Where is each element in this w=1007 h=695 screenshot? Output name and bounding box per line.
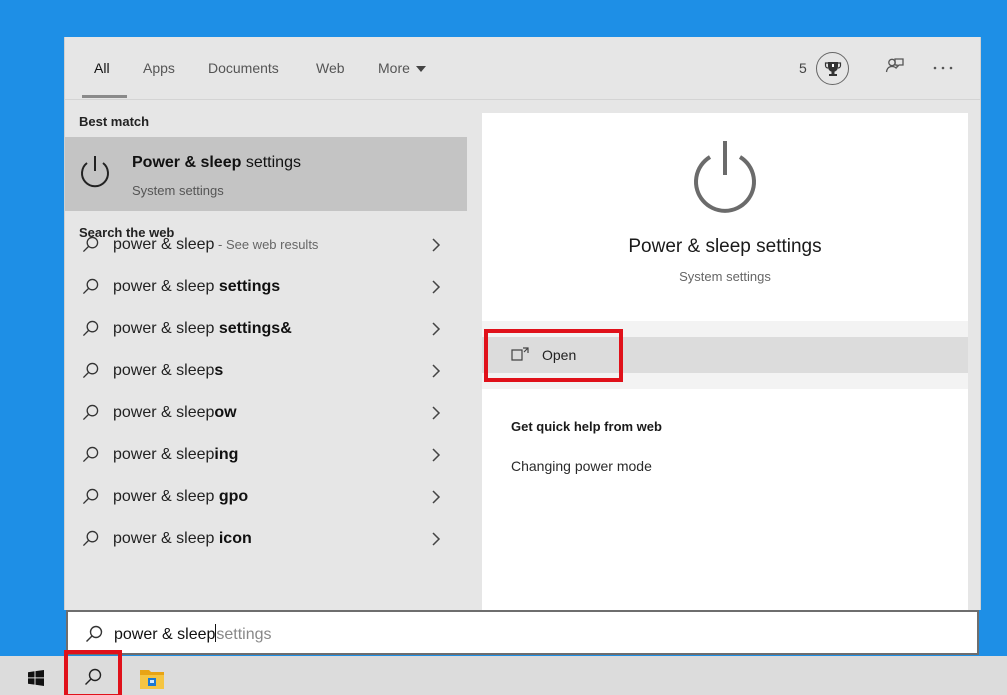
suggestion-bold: ow [214,404,237,421]
chevron-right-icon[interactable] [431,406,441,420]
chevron-right-icon[interactable] [431,490,441,504]
web-suggestion-text: power & sleep settings [113,278,280,296]
web-suggestion-item[interactable]: power & sleeps [65,350,467,392]
search-box[interactable]: power & sleepsettings [66,610,979,655]
suggestion-bold: ing [214,446,239,463]
best-match-title-rest: settings [241,154,301,171]
tab-more-label: More [378,60,410,76]
best-match-title-bold: Power & sleep [132,154,242,171]
preview-header: Power & sleep settings System settings [482,113,968,321]
rewards-trophy-icon [824,61,841,76]
active-tab-indicator [82,95,127,98]
search-icon [82,362,99,379]
web-suggestion-text: power & sleep gpo [113,488,248,506]
search-icon [82,446,99,463]
web-suggestion-text: power & sleep - See web results [113,236,318,254]
best-match-subtitle: System settings [132,183,224,198]
search-panel: All Apps Documents Web More 5 Best match… [64,37,981,610]
search-filter-bar: All Apps Documents Web More 5 [65,37,980,100]
suggestion-bold: icon [218,530,252,547]
search-icon [86,625,103,642]
suggestion-prefix: power & sleep [113,404,215,421]
suggestion-bold: settings [218,278,281,295]
suggestion-prefix: power & sleep [113,278,219,295]
web-suggestion-item[interactable]: power & sleep settings& [65,308,467,350]
web-suggestion-item[interactable]: power & sleep - See web results [65,224,467,266]
search-icon [82,530,99,547]
chevron-right-icon[interactable] [431,448,441,462]
web-suggestion-item[interactable]: power & sleep gpo [65,476,467,518]
ellipsis-icon [933,66,953,70]
search-input[interactable]: power & sleepsettings [114,624,272,644]
taskbar [0,650,1007,695]
open-button-highlight [484,329,623,382]
chevron-right-icon[interactable] [431,532,441,546]
chevron-right-icon[interactable] [431,238,441,252]
file-explorer-icon[interactable] [139,666,165,690]
suggestion-bold: s [214,362,224,379]
taskbar-search-highlight [64,650,122,695]
web-suggestion-text: power & sleep icon [113,530,252,548]
caret-down-icon [415,66,426,73]
power-icon-large [694,141,756,213]
best-match-header: Best match [79,114,150,129]
search-icon [82,320,99,337]
suggestion-prefix: power & sleep [113,446,215,463]
feedback-icon [885,58,904,73]
search-icon [82,278,99,295]
quick-help-section: Get quick help from web Changing power m… [482,389,968,610]
web-suggestion-text: power & sleepow [113,404,237,422]
quick-help-title: Get quick help from web [511,419,662,434]
suggestion-bold: settings& [218,320,292,337]
rewards-count: 5 [799,60,807,76]
search-icon [82,488,99,505]
tab-more[interactable]: More [378,60,426,76]
search-suggestion-text: settings [216,626,272,643]
power-icon [81,156,109,188]
web-suggestion-item[interactable]: power & sleep icon [65,518,467,560]
search-icon [82,404,99,421]
tab-apps[interactable]: Apps [143,60,175,76]
tab-web[interactable]: Web [316,60,345,76]
feedback-button[interactable] [885,57,905,82]
suggestion-prefix: power & sleep [113,236,215,253]
web-suggestion-text: power & sleeping [113,446,238,464]
help-link-changing-power-mode[interactable]: Changing power mode [511,458,652,474]
chevron-right-icon[interactable] [431,364,441,378]
suggestion-prefix: power & sleep [113,530,219,547]
web-suggestion-item[interactable]: power & sleepow [65,392,467,434]
tab-all[interactable]: All [94,60,110,76]
web-suggestion-item[interactable]: power & sleep settings [65,266,467,308]
best-match-item[interactable]: Power & sleep settings System settings [65,137,467,211]
suggestion-prefix: power & sleep [113,488,219,505]
rewards-button[interactable] [816,52,849,85]
results-list: Best match Power & sleep settings System… [65,100,467,610]
windows-start-icon[interactable] [28,670,44,686]
best-match-title: Power & sleep settings [132,154,301,172]
preview-title: Power & sleep settings [628,236,822,257]
suggestion-prefix: power & sleep [113,320,219,337]
preview-pane: Power & sleep settings System settings O… [482,113,968,610]
web-suggestion-text: power & sleep settings& [113,320,292,338]
search-icon [82,236,99,253]
chevron-right-icon[interactable] [431,322,441,336]
suggestion-prefix: power & sleep [113,362,215,379]
suggestion-suffix: - See web results [214,237,319,252]
preview-subtitle: System settings [679,269,771,284]
web-suggestion-item[interactable]: power & sleeping [65,434,467,476]
more-options-button[interactable] [932,60,954,78]
web-suggestion-text: power & sleeps [113,362,223,380]
tab-documents[interactable]: Documents [208,60,279,76]
suggestion-bold: gpo [218,488,249,505]
chevron-right-icon[interactable] [431,280,441,294]
search-typed-text: power & sleep [114,626,216,643]
